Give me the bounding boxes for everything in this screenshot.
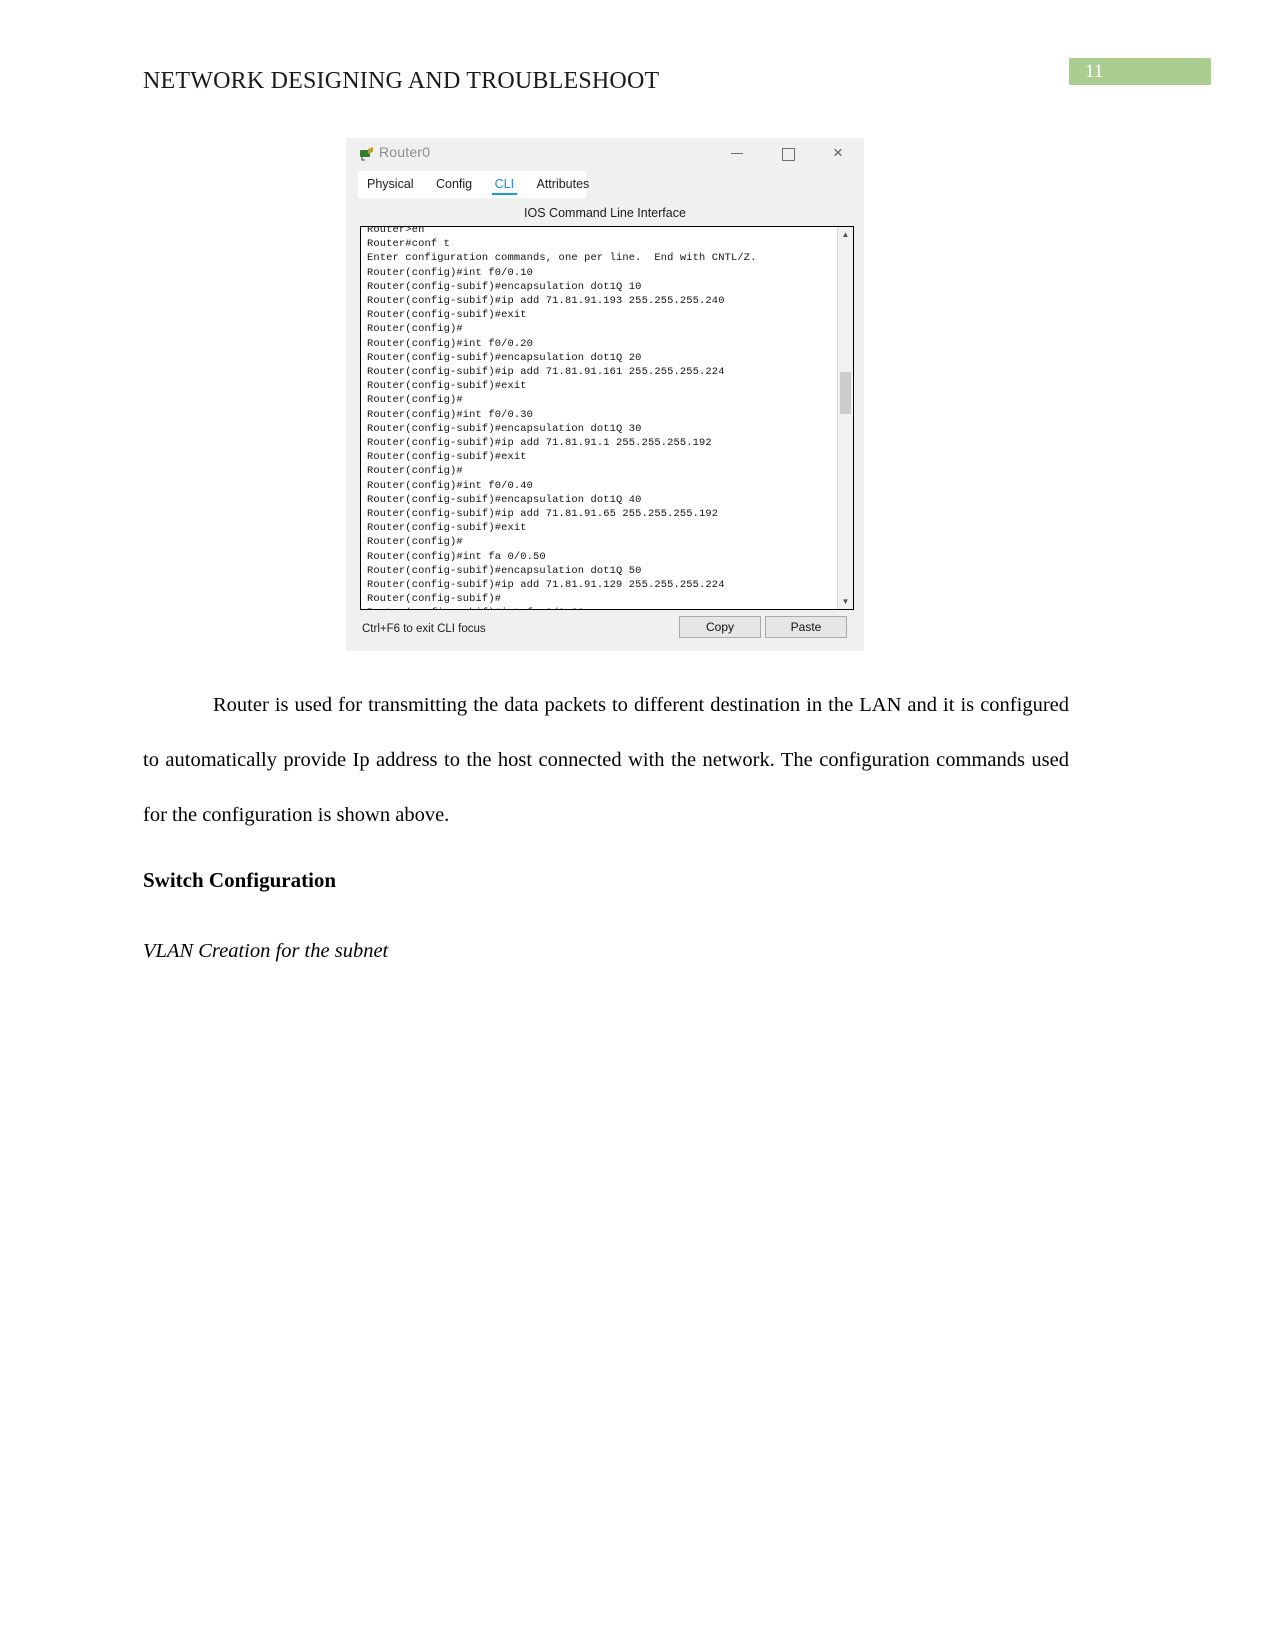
- body-paragraph: Router is used for transmitting the data…: [143, 678, 1069, 843]
- scroll-up-icon[interactable]: ▲: [838, 227, 853, 242]
- subheading-vlan-creation: VLAN Creation for the subnet: [143, 940, 389, 962]
- cli-footer: Ctrl+F6 to exit CLI focus Copy Paste: [346, 610, 864, 650]
- tab-physical[interactable]: Physical: [358, 171, 423, 196]
- heading-switch-configuration: Switch Configuration: [143, 868, 337, 892]
- maximize-icon[interactable]: [775, 142, 801, 164]
- scrollbar-thumb[interactable]: [840, 372, 851, 414]
- cli-focus-hint: Ctrl+F6 to exit CLI focus: [362, 623, 486, 635]
- router-device-icon: [358, 146, 374, 162]
- scroll-down-icon[interactable]: ▼: [838, 594, 853, 609]
- paste-button[interactable]: Paste: [765, 616, 847, 638]
- cli-panel-title: IOS Command Line Interface: [524, 206, 686, 220]
- cli-panel: IOS Command Line Interface Router>en Rou…: [346, 198, 864, 651]
- page-number-badge: 11: [1069, 58, 1211, 85]
- tab-cli[interactable]: CLI: [486, 171, 523, 196]
- window-titlebar: Router0 ×: [346, 138, 864, 171]
- body-paragraph-text: Router is used for transmitting the data…: [143, 694, 1069, 826]
- copy-button[interactable]: Copy: [679, 616, 761, 638]
- page-title: NETWORK DESIGNING AND TROUBLESHOOT: [143, 68, 660, 94]
- tab-bar: Physical Config CLI Attributes: [346, 171, 864, 198]
- window-title: Router0: [379, 144, 431, 160]
- minimize-icon[interactable]: [724, 142, 750, 164]
- close-icon[interactable]: ×: [825, 142, 851, 164]
- tab-config[interactable]: Config: [427, 171, 481, 196]
- cli-output-text: Router>en Router#conf t Enter configurat…: [367, 226, 757, 609]
- cli-terminal[interactable]: Router>en Router#conf t Enter configurat…: [360, 226, 854, 610]
- router-cli-window: Router0 × Physical Config CLI Attributes…: [346, 138, 864, 651]
- cli-scrollbar[interactable]: ▲ ▼: [837, 227, 853, 609]
- tab-attributes[interactable]: Attributes: [528, 171, 599, 196]
